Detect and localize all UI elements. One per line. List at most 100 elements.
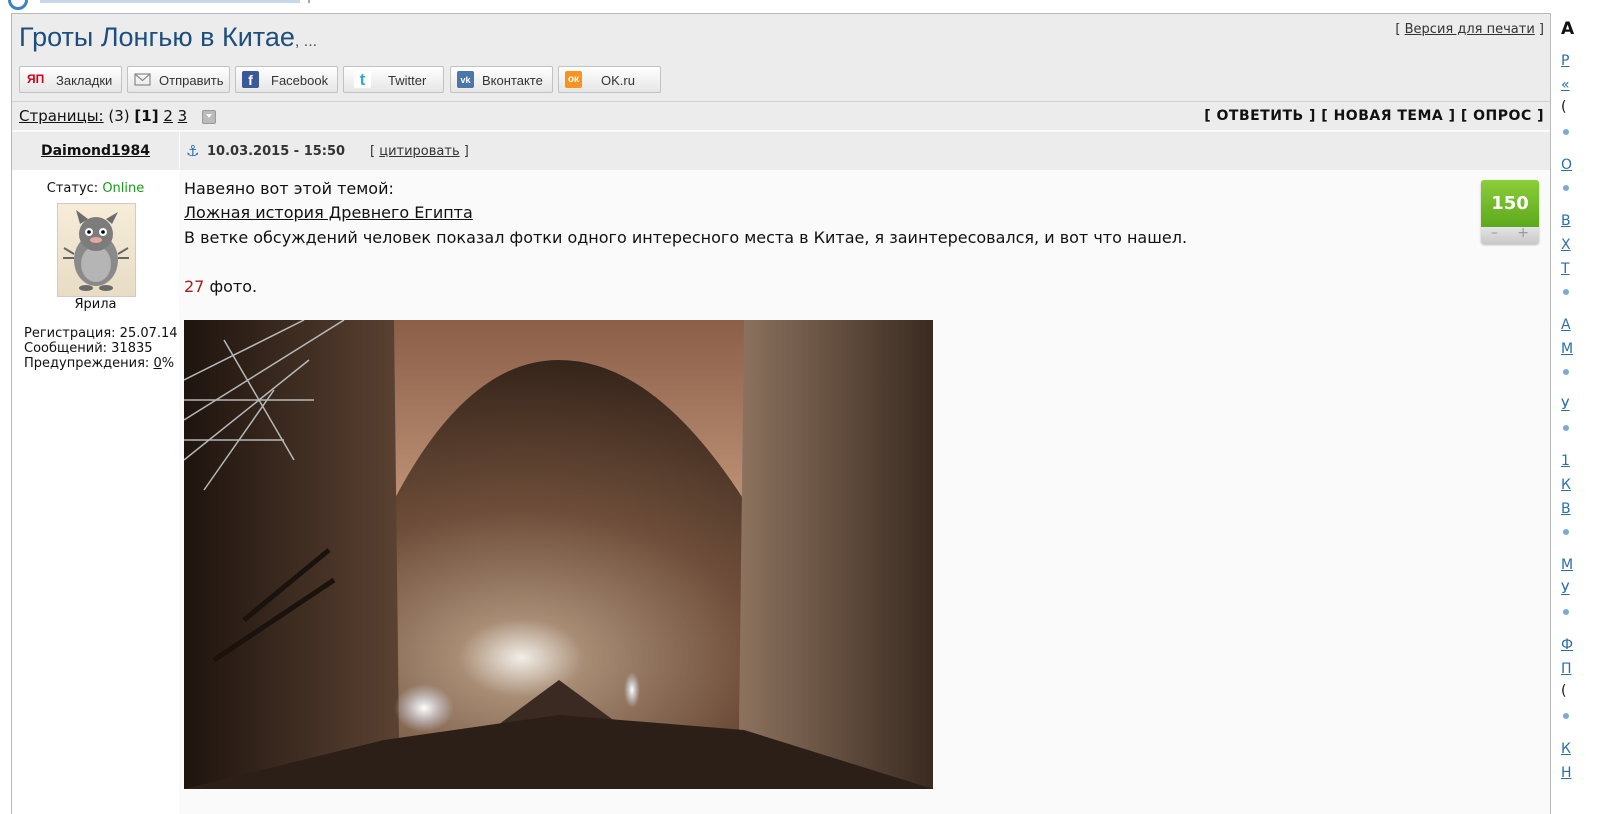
registration-date: Регистрация: 25.07.14 — [24, 326, 178, 341]
right-sidebar-link[interactable]: Ф — [1561, 637, 1573, 653]
right-sidebar-link[interactable]: П — [1561, 661, 1572, 677]
right-sidebar-link[interactable]: К — [1561, 741, 1571, 757]
warnings-label: Предупреждения: — [24, 356, 150, 371]
share-button-bookmarks[interactable]: ЯП Закладки — [19, 66, 122, 93]
cat-avatar-illustration — [63, 210, 129, 291]
print-version-link[interactable]: Версия для печати — [1405, 22, 1535, 37]
right-sidebar-link[interactable]: Р — [1561, 53, 1569, 69]
avatar[interactable] — [57, 203, 136, 297]
status-label: Статус: — [46, 181, 99, 196]
post-link[interactable]: Ложная история Древнего Египта — [184, 203, 473, 222]
right-sidebar-link[interactable]: 1 — [1561, 453, 1570, 469]
anchor-icon[interactable]: ⚓ — [186, 142, 199, 160]
share-button-label: Вконтакте — [482, 73, 543, 88]
right-sidebar-text: ( — [1561, 683, 1567, 699]
share-button-label: OK.ru — [601, 73, 635, 88]
share-button-send[interactable]: Отправить — [127, 66, 230, 93]
right-sidebar-link[interactable]: М — [1561, 557, 1573, 573]
share-button-facebook[interactable]: f Facebook — [235, 66, 338, 93]
status-online: Online — [102, 181, 145, 196]
envelope-icon — [134, 71, 151, 88]
pages-label[interactable]: Страницы: — [19, 107, 104, 125]
grotto-tunnel-photo — [184, 320, 933, 789]
right-sidebar-text: ( — [1561, 99, 1567, 115]
rating-plus-button[interactable]: + — [1517, 225, 1529, 241]
odnoklassniki-icon: ок — [565, 71, 582, 88]
share-button-label: Twitter — [388, 73, 427, 88]
divider — [308, 0, 310, 3]
pages-dropdown-icon[interactable] — [202, 109, 216, 124]
post-date: 10.03.2015 - 15:50 — [207, 144, 346, 159]
share-button-label: Отправить — [159, 73, 224, 88]
right-sidebar: А Р « ( О В Х Т А М У 1 К В М У Ф П ( К … — [1552, 13, 1609, 813]
comment-bubble-icon — [1563, 529, 1569, 535]
author-name-link[interactable]: Daimond1984 — [12, 143, 179, 159]
page-link-3[interactable]: 3 — [178, 107, 188, 125]
topic-title-suffix: , ... — [294, 33, 318, 50]
page-current: [1] — [134, 107, 159, 125]
author-cell: Daimond1984 — [12, 132, 180, 170]
avatar-caption: Ярила — [74, 297, 117, 312]
comment-bubble-icon — [1563, 185, 1569, 191]
author-stats: Регистрация: 25.07.14 Сообщений: 31835 П… — [24, 326, 178, 371]
post-header: Daimond1984 ⚓ 10.03.2015 - 15:50 [ цитир… — [12, 132, 1550, 170]
comment-bubble-icon — [1563, 129, 1569, 135]
quote-link[interactable]: цитировать — [379, 144, 459, 159]
post-photo-count: 27 фото. — [184, 277, 257, 296]
share-button-vkontakte[interactable]: vk Вконтакте — [450, 66, 553, 93]
pagination: Страницы: (3) [1] 2 3 — [19, 107, 216, 125]
post-text-intro: Навеяно вот этой темой: — [184, 179, 394, 198]
right-sidebar-link[interactable]: А — [1561, 317, 1571, 333]
right-sidebar-link[interactable]: В — [1561, 501, 1571, 517]
right-sidebar-link[interactable]: Т — [1561, 261, 1570, 277]
warnings-suffix: % — [161, 356, 175, 371]
photo-count-word: фото. — [209, 277, 258, 296]
right-sidebar-link[interactable]: В — [1561, 213, 1571, 229]
twitter-icon: t — [354, 71, 371, 88]
right-sidebar-link[interactable]: Х — [1561, 237, 1571, 253]
author-status: Статус: Online — [12, 181, 179, 196]
topic-title-text: Гроты Лонгью в Китае — [19, 22, 295, 52]
topic-actions[interactable]: [ ОТВЕТИТЬ ] [ НОВАЯ ТЕМА ] [ ОПРОС ] — [1204, 108, 1544, 124]
warnings-value-link[interactable]: 0 — [153, 356, 161, 371]
photo-count-number: 27 — [184, 277, 205, 296]
share-button-twitter[interactable]: t Twitter — [343, 66, 444, 93]
author-info: Статус: Online Ярила Регистрация: 25.07.… — [12, 170, 179, 814]
post-body: Навеяно вот этой темой: Ложная история Д… — [184, 170, 1550, 814]
comment-bubble-icon — [1563, 425, 1569, 431]
rating-value: 150 — [1481, 180, 1539, 227]
topic-frame: Гроты Лонгью в Китае, ... [ Версия для п… — [11, 13, 1551, 814]
right-sidebar-link[interactable]: У — [1561, 581, 1570, 597]
top-cutoff-strip — [0, 0, 1609, 13]
share-button-ok[interactable]: ок OK.ru — [558, 66, 661, 93]
post-text-description: В ветке обсуждений человек показал фотки… — [184, 228, 1188, 247]
warnings: Предупреждения: 0% — [24, 356, 178, 371]
post-rating: 150 – + — [1481, 180, 1539, 244]
right-sidebar-link[interactable]: Н — [1561, 765, 1572, 781]
right-sidebar-heading: А — [1561, 19, 1575, 39]
share-button-label: Закладки — [56, 73, 113, 88]
comment-bubble-icon — [1563, 713, 1569, 719]
comment-bubble-icon — [1563, 369, 1569, 375]
right-sidebar-link[interactable]: О — [1561, 157, 1572, 173]
comment-bubble-icon — [1563, 609, 1569, 615]
rating-minus-button[interactable]: – — [1491, 225, 1498, 241]
right-sidebar-link[interactable]: К — [1561, 477, 1571, 493]
print-version: [ Версия для печати ] — [1395, 22, 1544, 37]
divider — [40, 0, 300, 3]
share-button-label: Facebook — [271, 73, 329, 88]
topic-title: Гроты Лонгью в Китае, ... — [19, 22, 317, 53]
post-photo[interactable] — [184, 320, 933, 789]
quote-control: [ цитировать ] — [370, 144, 469, 159]
message-count: Сообщений: 31835 — [24, 341, 153, 356]
circle-icon — [8, 0, 28, 10]
comment-bubble-icon — [1563, 289, 1569, 295]
yandex-bookmarks-icon: ЯП — [27, 72, 45, 86]
right-sidebar-link[interactable]: У — [1561, 397, 1570, 413]
right-sidebar-link[interactable]: « — [1561, 77, 1570, 93]
rating-controls: – + — [1481, 225, 1539, 244]
right-sidebar-link[interactable]: М — [1561, 341, 1573, 357]
pages-count: (3) — [108, 107, 130, 125]
facebook-icon: f — [242, 71, 259, 88]
page-link-2[interactable]: 2 — [163, 107, 173, 125]
